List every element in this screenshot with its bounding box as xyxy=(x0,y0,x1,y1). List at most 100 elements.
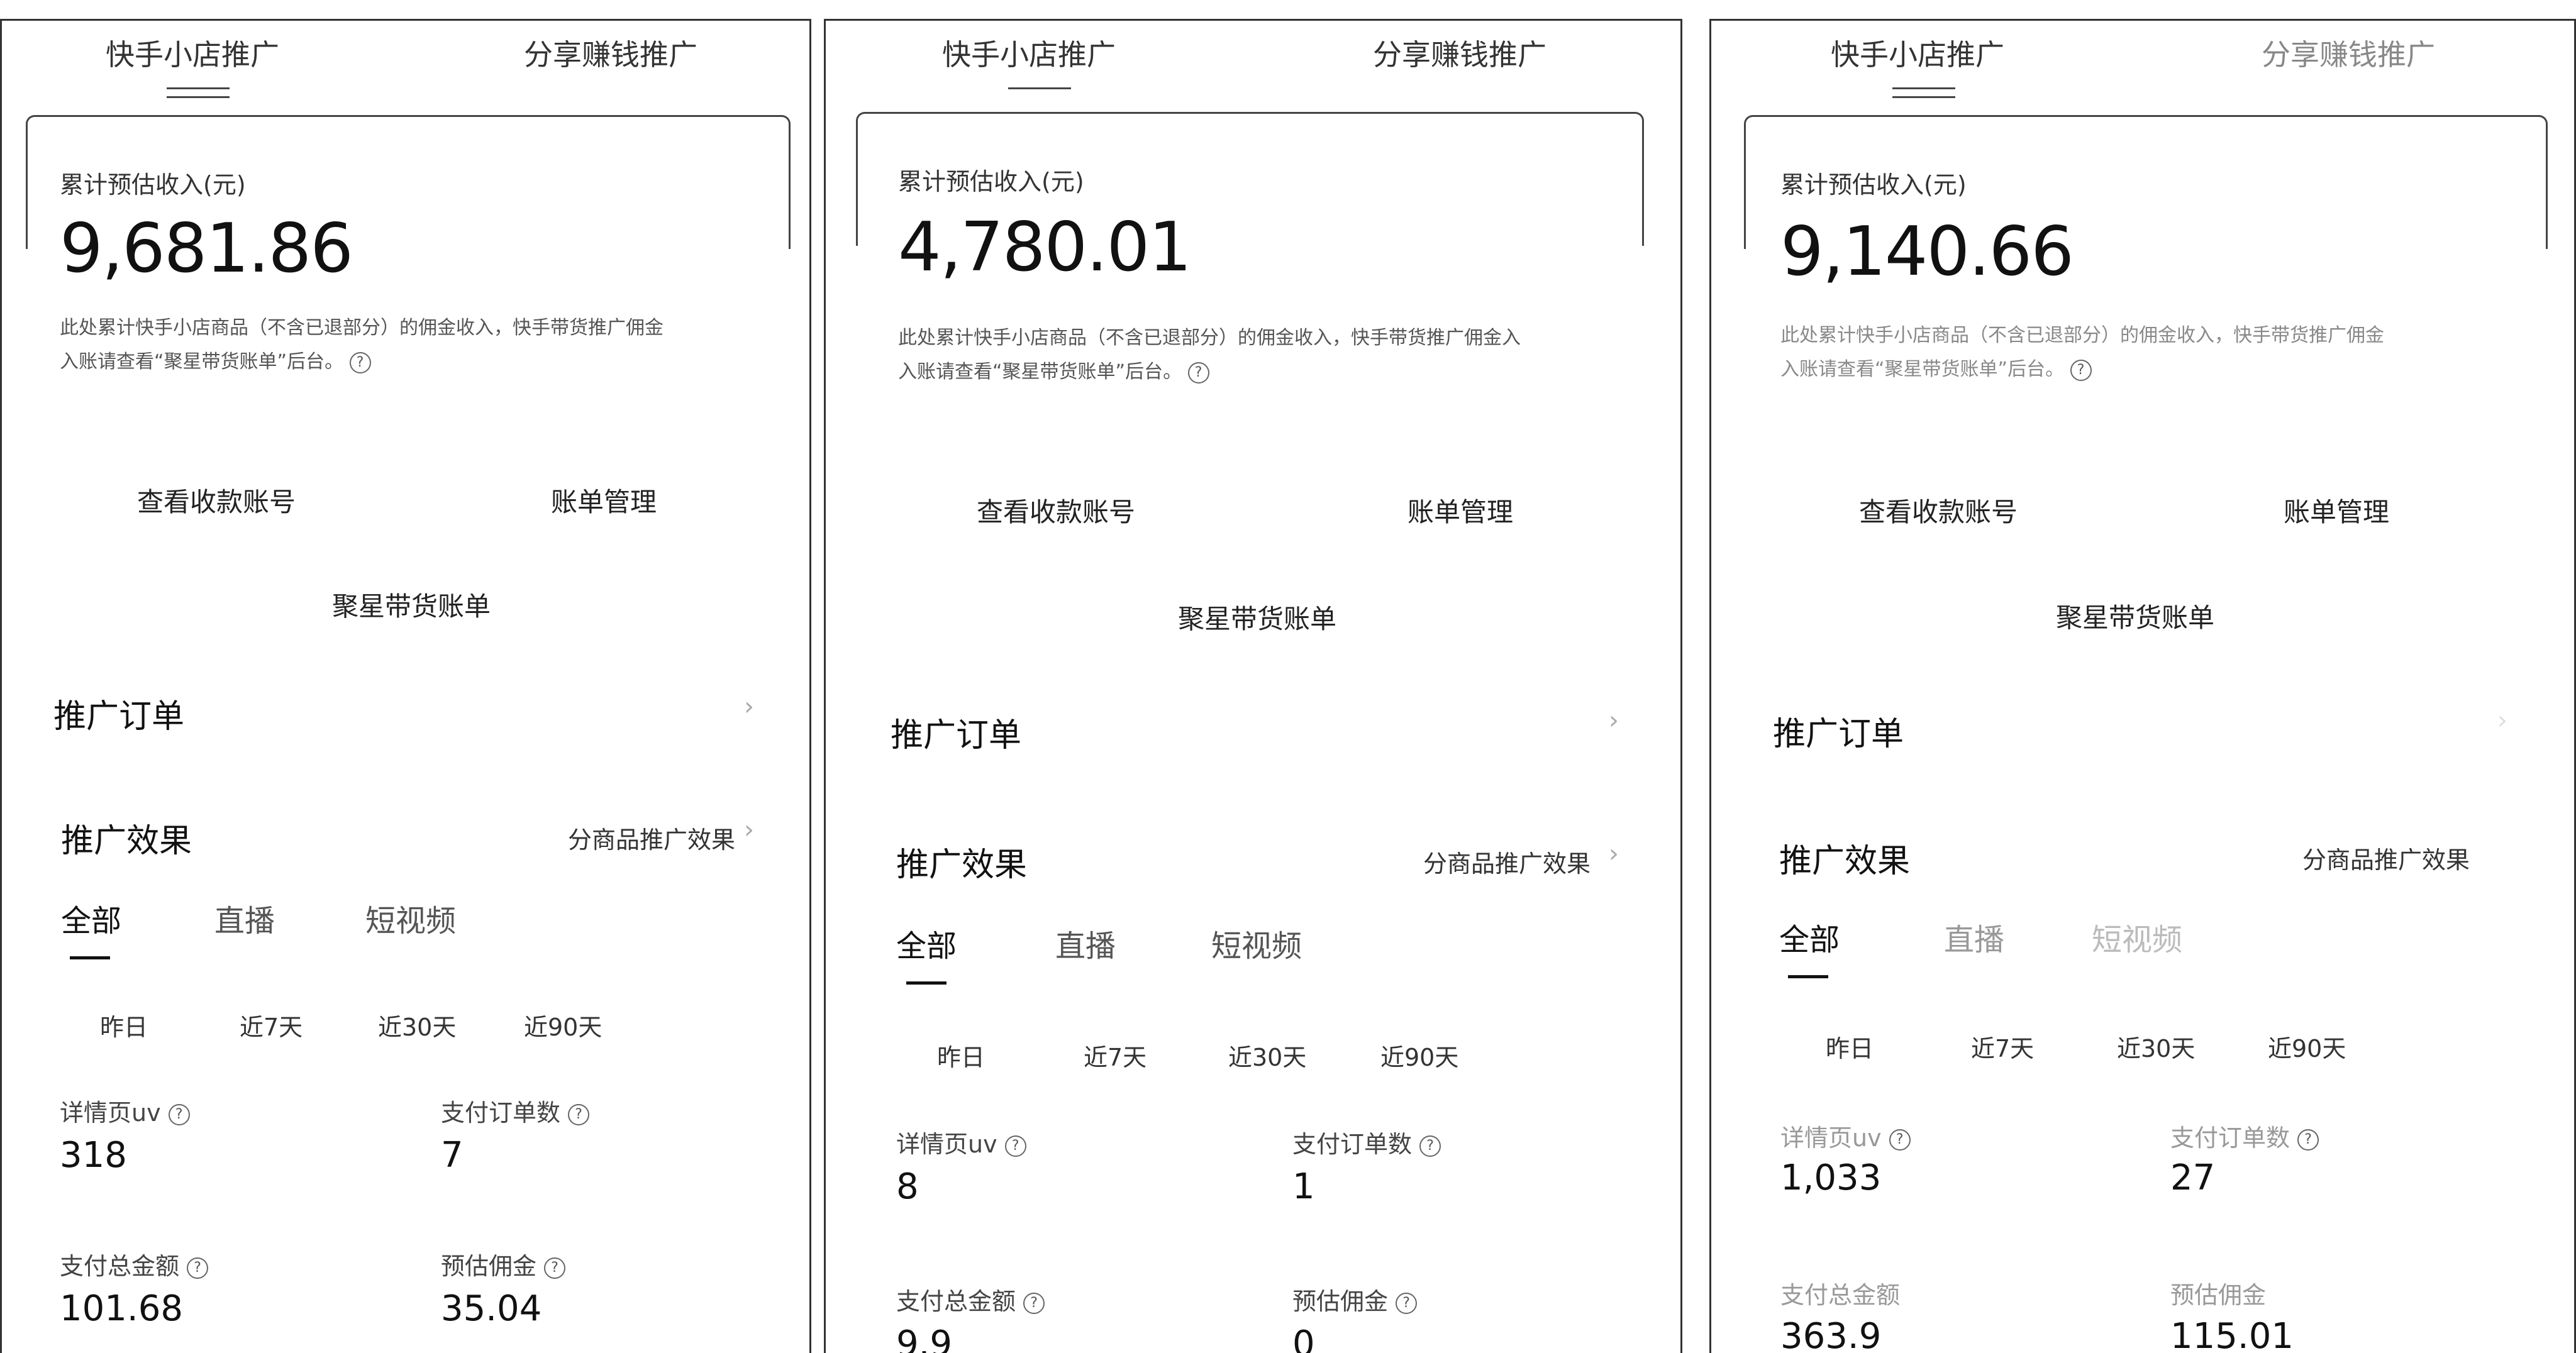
income-description: 此处累计快手小店商品（不含已退部分）的佣金收入，快手带货推广佣金 入账请查看“聚… xyxy=(60,311,663,379)
tab-active-indicator xyxy=(1892,87,1955,89)
chevron-right-icon[interactable]: › xyxy=(1609,839,1619,868)
metric-label: 预估佣金 ? xyxy=(441,1247,566,1281)
promo-effect-title: 推广效果 xyxy=(61,822,192,860)
range-yesterday[interactable]: 昨日 xyxy=(100,1008,148,1042)
metric-value: 115.01 xyxy=(2170,1316,2294,1353)
range-30d[interactable]: 近30天 xyxy=(2117,1029,2195,1064)
help-icon[interactable]: ? xyxy=(1396,1292,1418,1314)
tab-kuaishou-shop[interactable]: 快手小店推广 xyxy=(1831,32,2004,74)
chevron-right-icon[interactable]: › xyxy=(744,692,754,721)
filter-tab-live[interactable]: 直播 xyxy=(1944,915,2004,959)
juxing-bill-button[interactable]: 聚星带货账单 xyxy=(2056,597,2214,635)
range-90d[interactable]: 近90天 xyxy=(1380,1038,1458,1073)
metric-label: 支付订单数 ? xyxy=(441,1093,590,1128)
metric-label: 预估佣金 ? xyxy=(1292,1282,1418,1317)
metric-label: 支付总金额 xyxy=(1780,1276,1900,1310)
tab-kuaishou-shop[interactable]: 快手小店推广 xyxy=(942,32,1116,74)
metric-label-text: 支付总金额 xyxy=(60,1252,180,1280)
filter-tab-short-video[interactable]: 短视频 xyxy=(1211,921,1302,965)
metric-value: 318 xyxy=(60,1135,127,1176)
income-label: 累计预估收入(元) xyxy=(1780,171,1967,199)
range-7d[interactable]: 近7天 xyxy=(1971,1029,2034,1064)
income-description: 此处累计快手小店商品（不含已退部分）的佣金收入，快手带货推广佣金 入账请查看“聚… xyxy=(1780,319,2384,387)
help-icon[interactable]: ? xyxy=(1023,1292,1045,1314)
tab-active-indicator-2 xyxy=(167,96,230,98)
view-account-button[interactable]: 查看收款账号 xyxy=(1859,491,2018,529)
bill-manage-button[interactable]: 账单管理 xyxy=(551,481,657,519)
filter-tab-all[interactable]: 全部 xyxy=(61,896,121,940)
desc-line-2: 入账请查看“聚星带货账单”后台。 xyxy=(1780,358,2065,380)
metric-label-text: 支付订单数 xyxy=(1292,1130,1413,1158)
juxing-bill-button[interactable]: 聚星带货账单 xyxy=(332,585,491,624)
product-effect-link[interactable]: 分商品推广效果 xyxy=(568,820,735,855)
metric-label: 预估佣金 xyxy=(2170,1276,2266,1310)
chevron-right-icon[interactable]: › xyxy=(2497,706,2507,735)
view-account-button[interactable]: 查看收款账号 xyxy=(137,481,296,519)
metric-label: 详情页uv ? xyxy=(1780,1118,1911,1153)
earnings-panel-3: 快手小店推广 分享赚钱推广 累计预估收入(元) 9,140.66 此处累计快手小… xyxy=(1709,19,2576,1353)
metric-value: 1,033 xyxy=(1780,1157,1882,1198)
chevron-right-icon[interactable]: › xyxy=(1609,706,1619,735)
filter-tab-all[interactable]: 全部 xyxy=(896,921,957,965)
filter-tab-short-video[interactable]: 短视频 xyxy=(365,896,456,940)
help-icon[interactable]: ? xyxy=(1419,1135,1441,1157)
help-icon[interactable]: ? xyxy=(2297,1129,2319,1151)
promo-orders-title[interactable]: 推广订单 xyxy=(891,709,1021,756)
product-effect-link[interactable]: 分商品推广效果 xyxy=(1423,844,1591,879)
tab-active-indicator xyxy=(167,87,230,89)
range-90d[interactable]: 近90天 xyxy=(524,1008,602,1042)
metric-label: 支付订单数 ? xyxy=(2170,1118,2319,1153)
top-tabs: 快手小店推广 分享赚钱推广 xyxy=(826,27,1680,96)
metric-value: 7 xyxy=(441,1135,464,1176)
top-tabs: 快手小店推广 分享赚钱推广 xyxy=(2,27,809,98)
filter-tab-short-video[interactable]: 短视频 xyxy=(2092,915,2182,959)
earnings-panel-1: 快手小店推广 分享赚钱推广 累计预估收入(元) 9,681.86 此处累计快手小… xyxy=(0,19,811,1353)
metric-label-text: 支付订单数 xyxy=(441,1099,561,1127)
help-icon[interactable]: ? xyxy=(349,351,371,373)
product-effect-link[interactable]: 分商品推广效果 xyxy=(2302,841,2470,875)
range-30d[interactable]: 近30天 xyxy=(378,1008,456,1042)
metric-label: 支付总金额 ? xyxy=(60,1247,209,1281)
metric-label: 详情页uv ? xyxy=(896,1125,1026,1159)
help-icon[interactable]: ? xyxy=(187,1257,209,1279)
filter-tab-live[interactable]: 直播 xyxy=(214,896,275,940)
range-7d[interactable]: 近7天 xyxy=(1084,1038,1146,1073)
bill-manage-button[interactable]: 账单管理 xyxy=(2284,491,2389,529)
top-tabs: 快手小店推广 分享赚钱推广 xyxy=(1711,27,2574,98)
juxing-bill-button[interactable]: 聚星带货账单 xyxy=(1178,598,1336,636)
view-account-button[interactable]: 查看收款账号 xyxy=(977,491,1135,529)
promo-orders-title[interactable]: 推广订单 xyxy=(53,690,184,737)
tab-active-indicator xyxy=(1008,87,1071,89)
filter-active-indicator xyxy=(1788,975,1828,978)
metric-value: 27 xyxy=(2170,1157,2216,1198)
metric-value: 9.9 xyxy=(896,1323,953,1353)
help-icon[interactable]: ? xyxy=(568,1103,590,1125)
filter-active-indicator xyxy=(70,956,110,959)
tab-kuaishou-shop[interactable]: 快手小店推广 xyxy=(106,32,279,74)
filter-tab-live[interactable]: 直播 xyxy=(1055,921,1116,965)
help-icon[interactable]: ? xyxy=(1889,1129,1911,1151)
chevron-right-icon[interactable]: › xyxy=(744,815,754,844)
range-90d[interactable]: 近90天 xyxy=(2268,1029,2346,1064)
help-icon[interactable]: ? xyxy=(1004,1135,1026,1157)
promo-orders-title[interactable]: 推广订单 xyxy=(1773,707,1904,754)
range-yesterday[interactable]: 昨日 xyxy=(937,1038,985,1073)
range-yesterday[interactable]: 昨日 xyxy=(1826,1029,1874,1064)
help-icon[interactable]: ? xyxy=(1187,362,1209,384)
metric-label-text: 支付总金额 xyxy=(896,1288,1016,1315)
help-icon[interactable]: ? xyxy=(544,1257,566,1279)
tab-share-earn[interactable]: 分享赚钱推广 xyxy=(2262,32,2435,74)
range-7d[interactable]: 近7天 xyxy=(240,1008,303,1042)
tab-share-earn[interactable]: 分享赚钱推广 xyxy=(1373,32,1546,74)
income-label: 累计预估收入(元) xyxy=(898,168,1084,196)
tab-share-earn[interactable]: 分享赚钱推广 xyxy=(524,32,697,74)
desc-line-2: 入账请查看“聚星带货账单”后台。 xyxy=(898,361,1182,383)
range-30d[interactable]: 近30天 xyxy=(1228,1038,1306,1073)
metric-label: 支付总金额 ? xyxy=(896,1282,1045,1317)
bill-manage-button[interactable]: 账单管理 xyxy=(1407,491,1513,529)
help-icon[interactable]: ? xyxy=(168,1103,190,1125)
metric-label-text: 详情页uv xyxy=(60,1099,161,1127)
filter-tab-all[interactable]: 全部 xyxy=(1779,915,1840,959)
metric-value: 0 xyxy=(1292,1323,1315,1353)
help-icon[interactable]: ? xyxy=(2070,359,2092,381)
